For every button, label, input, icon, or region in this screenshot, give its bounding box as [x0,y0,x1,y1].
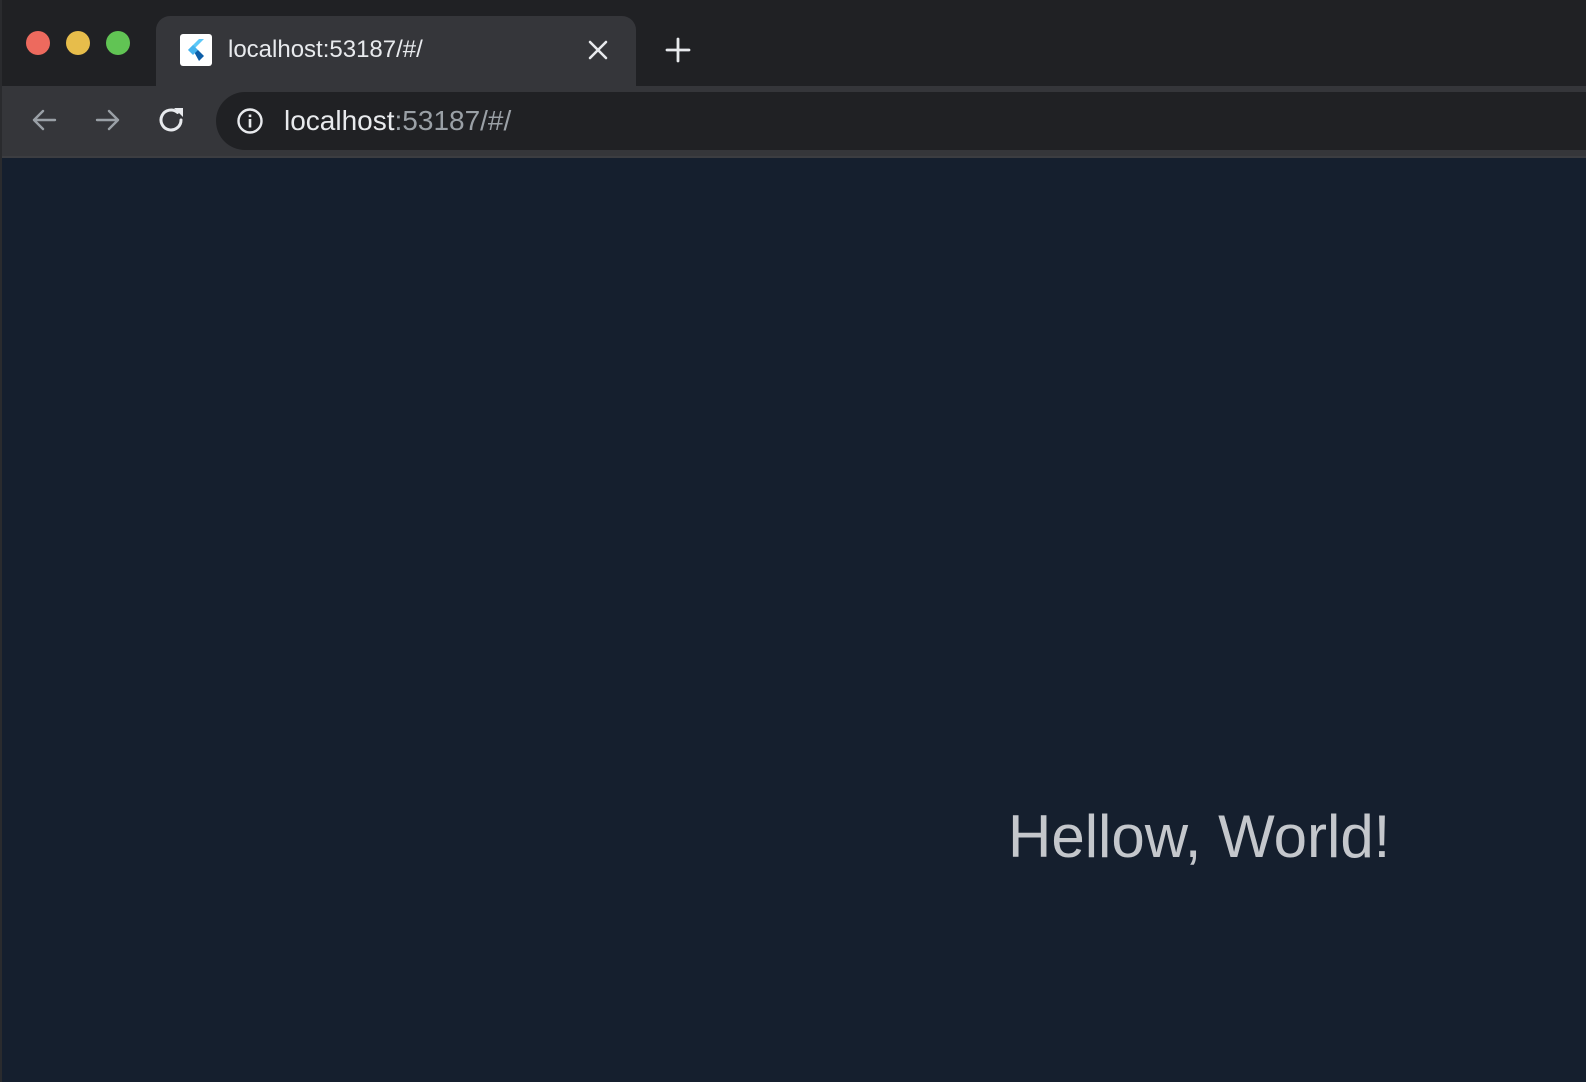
tab-strip: localhost:53187/#/ [0,0,1586,86]
address-bar[interactable]: localhost:53187/#/ [216,92,1586,150]
page-viewport: Hellow, World! [0,158,1586,1082]
close-icon[interactable] [586,38,610,62]
window-frame-edge [0,0,2,1082]
window-minimize-button[interactable] [66,31,90,55]
hello-world-text: Hellow, World! [1008,803,1391,870]
arrow-left-icon[interactable] [28,104,60,136]
browser-window: localhost:53187/#/ localhost:53187/#/ He… [0,0,1586,1082]
tab-active[interactable]: localhost:53187/#/ [156,16,636,86]
window-close-button[interactable] [26,31,50,55]
url-text[interactable]: localhost:53187/#/ [284,105,511,137]
arrow-right-icon[interactable] [92,104,124,136]
reload-icon[interactable] [156,104,188,136]
info-icon[interactable] [236,107,264,135]
window-maximize-button[interactable] [106,31,130,55]
url-rest: :53187/#/ [394,105,512,136]
url-host: localhost [284,105,395,136]
plus-icon[interactable] [664,36,692,64]
tab-title: localhost:53187/#/ [228,36,423,63]
flutter-icon [180,34,212,66]
browser-toolbar: localhost:53187/#/ [0,86,1586,156]
